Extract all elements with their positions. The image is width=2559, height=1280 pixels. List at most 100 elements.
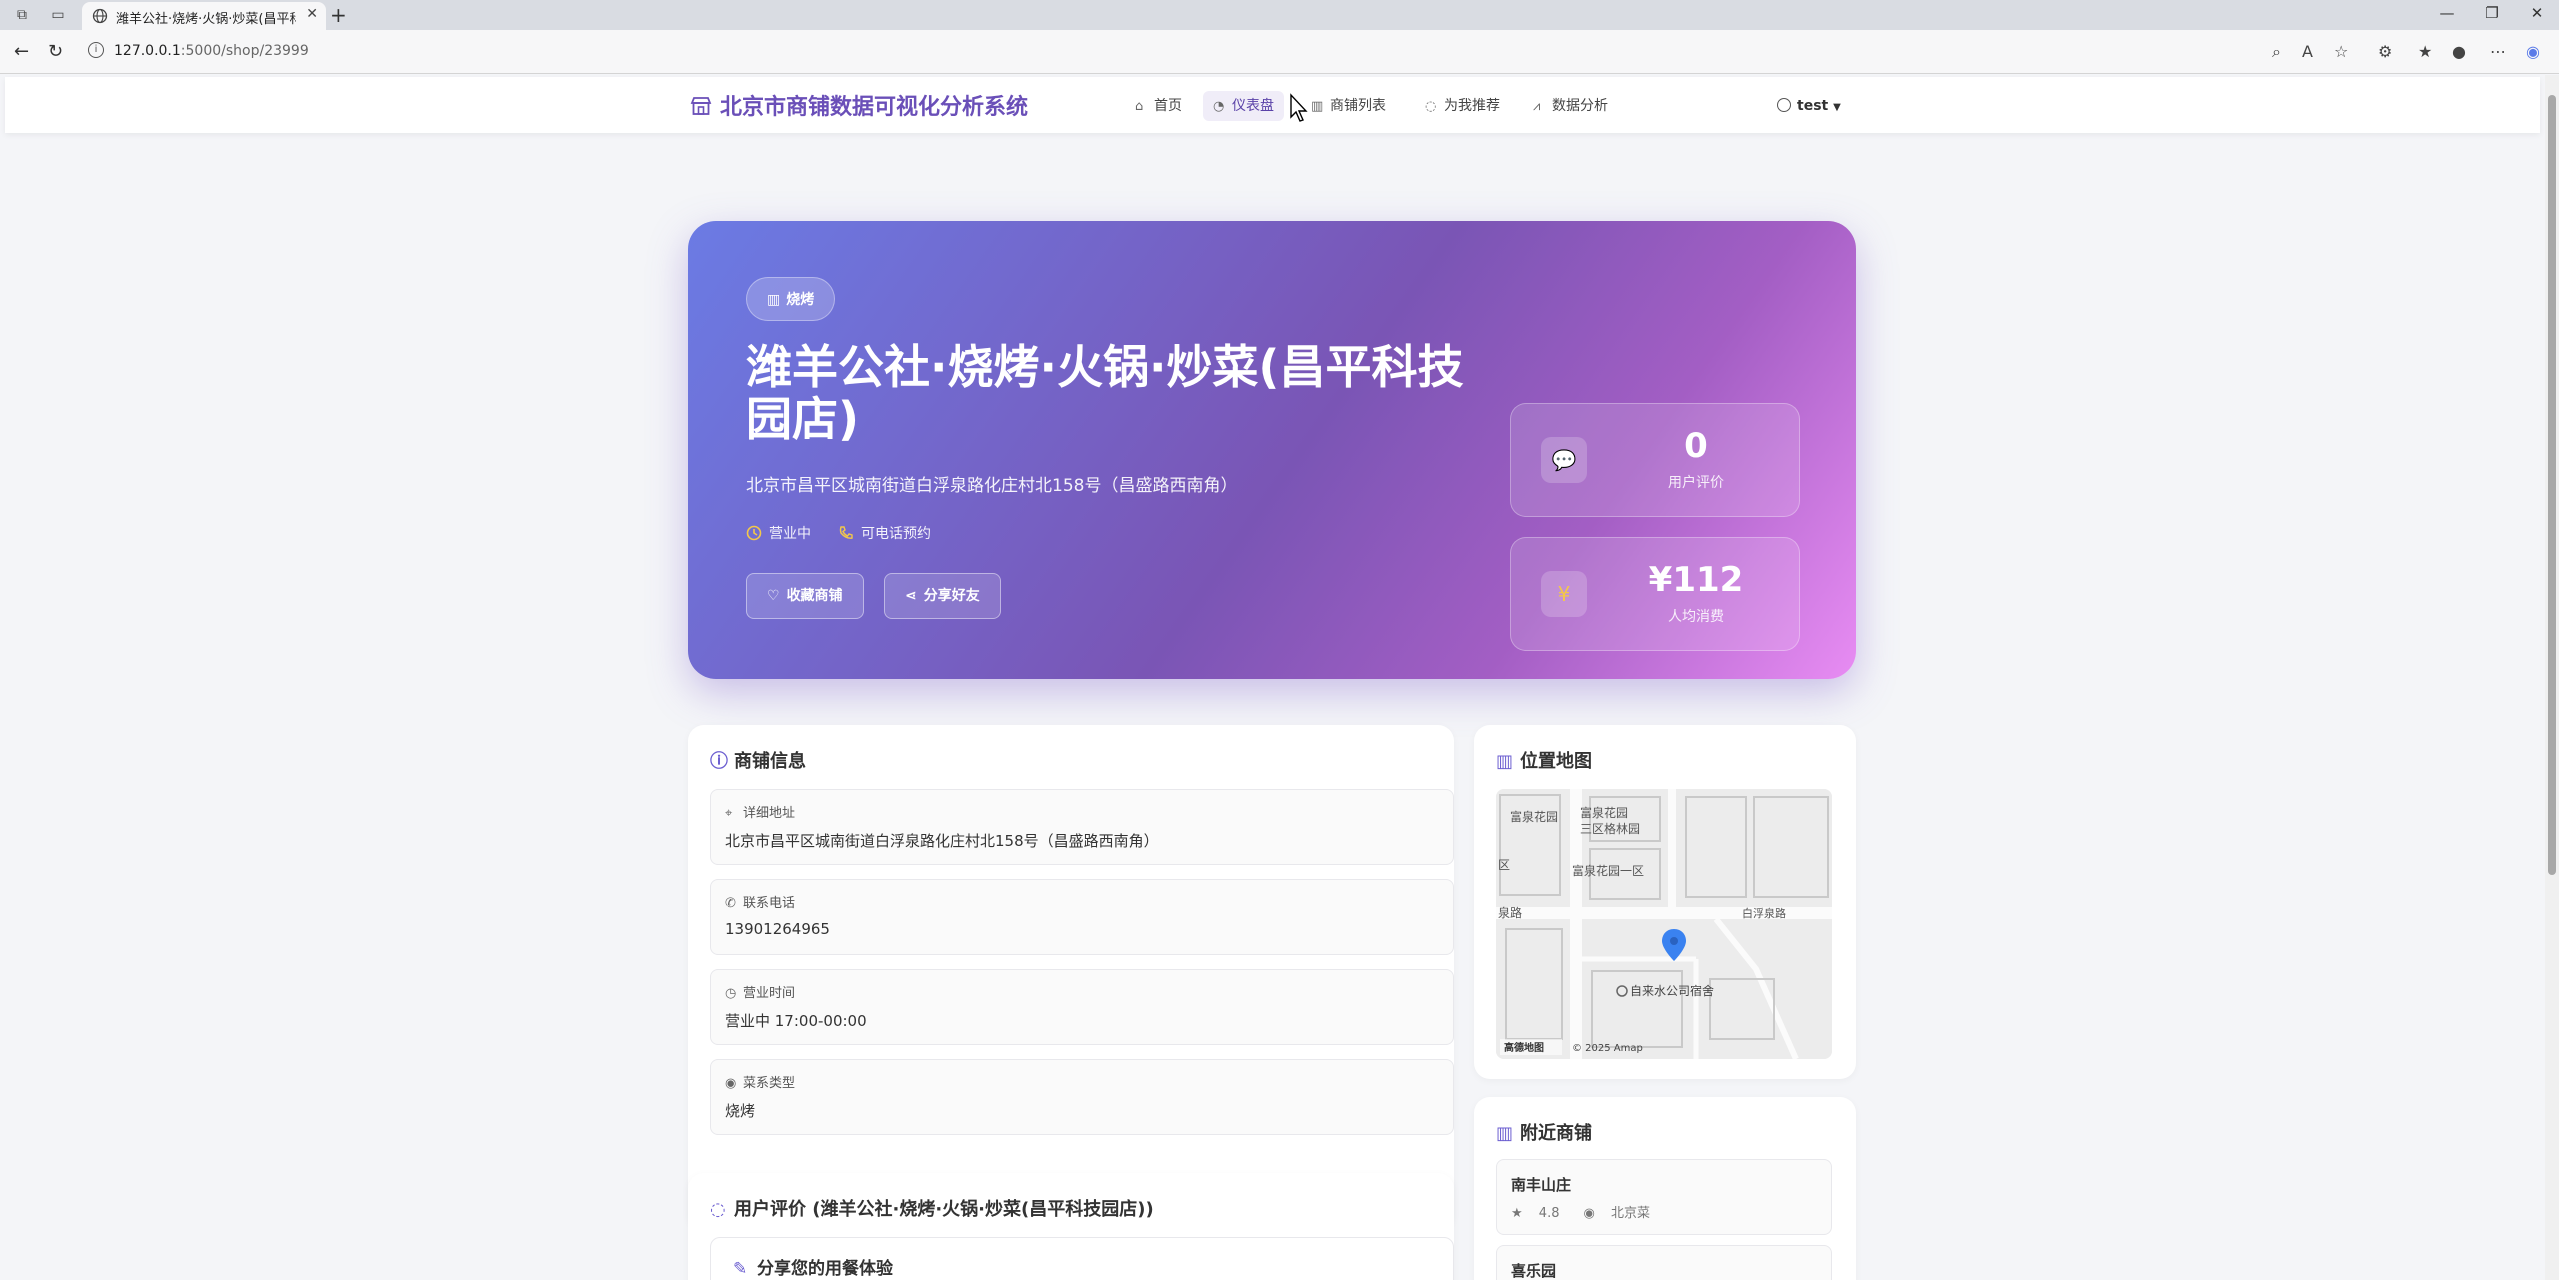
location-map-card: ▥ 位置地图 富泉花园 富泉花园 三区格林园 富泉花园一区 白浮泉路 泉路 区 …	[1474, 725, 1856, 1079]
heart-icon: ♡	[767, 588, 780, 604]
review-count-stat: 💬 0 用户评价	[1510, 403, 1800, 517]
copilot-icon[interactable]: ◉	[2526, 42, 2540, 61]
yen-icon: ¥	[1541, 571, 1587, 617]
shop-title: 潍羊公社·烧烤·火锅·炒菜(昌平科技园店)	[746, 340, 1464, 446]
shop-info-title: ⓘ 商铺信息	[710, 747, 806, 773]
back-icon[interactable]: ←	[14, 41, 29, 62]
chart-icon: ⩘	[1533, 99, 1541, 114]
hours-item: ◷ 营业时间 营业中 17:00-00:00	[710, 969, 1454, 1045]
home-icon: ⌂	[1135, 99, 1144, 114]
tab-title: 潍羊公社·烧烤·火锅·炒菜(昌平科技园店)	[116, 12, 296, 27]
more-icon[interactable]: ⋯	[2490, 42, 2506, 61]
hours-value: 营业中 17:00-00:00	[725, 1012, 867, 1030]
reviews-card: ◌ 用户评价 (潍羊公社·烧烤·火锅·炒菜(昌平科技园店)) ✎ 分享您的用餐体验	[688, 1173, 1454, 1280]
nav-analysis[interactable]: ⩘ 数据分析	[1523, 91, 1618, 121]
shop-address: 北京市昌平区城南街道白浮泉路化庄村北158号（昌盛路西南角）	[746, 476, 1238, 496]
phone-icon: ✆	[725, 896, 736, 911]
svg-text:自来水公司宿舍: 自来水公司宿舍	[1630, 983, 1714, 998]
svg-text:富泉花园: 富泉花园	[1510, 809, 1558, 824]
booking-indicator: 可电话预约	[838, 523, 931, 543]
nav-recommend[interactable]: ◌ 为我推荐	[1415, 91, 1510, 121]
site-brand[interactable]: 北京市商铺数据可视化分析系统	[690, 89, 1028, 121]
restore-icon[interactable]: ❐	[2477, 4, 2507, 22]
avg-price-stat: ¥ ¥112 人均消费	[1510, 537, 1800, 651]
comment-icon: 💬	[1541, 437, 1587, 483]
favorites-icon[interactable]: ★	[2418, 42, 2432, 61]
page-content: 北京市商铺数据可视化分析系统 ⌂ 首页 ◔ 仪表盘 ▥ 商铺列表 ◌ 为我推荐 ⩘ 数据分…	[0, 75, 2545, 1280]
tab-actions-icon[interactable]: ▭	[48, 5, 68, 25]
location-map[interactable]: 富泉花园 富泉花园 三区格林园 富泉花园一区 白浮泉路 泉路 区 自来水公司宿舍…	[1496, 789, 1832, 1059]
minimize-icon[interactable]: —	[2432, 4, 2462, 22]
target-icon: ◉	[725, 1076, 737, 1091]
mouse-cursor-icon	[1290, 93, 1308, 122]
window-close-icon[interactable]: ✕	[2522, 4, 2552, 22]
map-canvas: 富泉花园 富泉花园 三区格林园 富泉花园一区 白浮泉路 泉路 区 自来水公司宿舍…	[1496, 789, 1832, 1059]
workspaces-icon[interactable]: ⧉	[12, 5, 32, 25]
url-text: 127.0.0.1:5000/shop/23999	[114, 43, 309, 59]
location-icon: ⌖	[725, 806, 733, 821]
nearby-title: ▥ 附近商铺	[1496, 1123, 1592, 1144]
new-tab-icon[interactable]: +	[330, 3, 347, 27]
read-aloud-icon[interactable]: A	[2302, 42, 2313, 61]
nearby-shops-card: ▥ 附近商铺 南丰山庄 ★ 4.8 ◉ 北京菜 喜乐园	[1474, 1097, 1856, 1280]
star-icon: ★	[1511, 1206, 1523, 1221]
review-count-label: 用户评价	[1668, 475, 1724, 491]
close-tab-icon[interactable]: ✕	[306, 6, 318, 22]
reload-icon[interactable]: ↻	[48, 41, 63, 62]
svg-text:高德地图: 高德地图	[1504, 1041, 1544, 1054]
scrollbar-thumb[interactable]	[2548, 95, 2556, 875]
globe-icon	[92, 8, 108, 24]
svg-text:富泉花园一区: 富泉花园一区	[1572, 863, 1644, 878]
nav-shop-list[interactable]: ▥ 商铺列表	[1301, 91, 1396, 121]
svg-text:区: 区	[1498, 858, 1510, 872]
svg-text:© 2025 Amap: © 2025 Amap	[1572, 1043, 1643, 1054]
svg-text:泉路: 泉路	[1498, 905, 1522, 920]
clock-icon: ◷	[725, 986, 737, 1001]
review-form-title: ✎ 分享您的用餐体验	[733, 1259, 893, 1279]
phone-icon	[839, 526, 853, 539]
edit-icon: ✎	[733, 1259, 748, 1279]
review-count-value: 0	[1684, 426, 1708, 466]
favorite-shop-button[interactable]: ♡ 收藏商铺	[746, 573, 864, 619]
map-title: ▥ 位置地图	[1496, 751, 1592, 772]
comment-icon: ◌	[710, 1199, 726, 1220]
zoom-icon[interactable]: ⌕	[2272, 42, 2281, 62]
extensions-icon[interactable]: ⚙	[2378, 42, 2392, 61]
svg-text:富泉花园: 富泉花园	[1580, 805, 1628, 820]
dashboard-icon: ◔	[1213, 99, 1225, 114]
user-icon	[1777, 98, 1791, 112]
browser-tab-bar: ⧉ ▭ 潍羊公社·烧烤·火锅·炒菜(昌平科技园店) ✕ + — ❐ ✕	[0, 0, 2559, 30]
url-field[interactable]: i 127.0.0.1:5000/shop/23999	[80, 38, 2340, 66]
user-menu[interactable]: test ▼	[1777, 91, 1841, 121]
category-badge: ▥ 烧烤	[746, 277, 836, 321]
map-icon: ▥	[1496, 751, 1514, 772]
shop-hero-banner: ▥ 烧烤 潍羊公社·烧烤·火锅·炒菜(昌平科技园店) 北京市昌平区城南街道白浮泉路…	[688, 221, 1856, 679]
avg-price-value: ¥112	[1648, 560, 1744, 600]
shop-icon: ▥	[1311, 99, 1324, 114]
favorite-star-icon[interactable]: ☆	[2334, 42, 2348, 61]
browser-tab[interactable]: 潍羊公社·烧烤·火锅·炒菜(昌平科技园店) ✕	[82, 2, 326, 30]
shop-info-card: ⓘ 商铺信息 ⌖ 详细地址 北京市昌平区城南街道白浮泉路化庄村北158号（昌盛路西南…	[688, 725, 1454, 1229]
target-icon: ◉	[1583, 1206, 1595, 1221]
caret-down-icon: ▼	[1833, 102, 1841, 113]
nav-dashboard[interactable]: ◔ 仪表盘	[1203, 91, 1284, 121]
svg-text:白浮泉路: 白浮泉路	[1742, 906, 1786, 920]
status-indicator: 营业中	[746, 523, 811, 543]
nearby-shop-item[interactable]: 喜乐园	[1496, 1245, 1832, 1280]
info-icon: ⓘ	[710, 751, 728, 772]
share-icon: ⋖	[905, 588, 917, 604]
share-shop-button[interactable]: ⋖ 分享好友	[884, 573, 1001, 619]
profile-icon[interactable]: ●	[2452, 42, 2466, 61]
nearby-shop-item[interactable]: 南丰山庄 ★ 4.8 ◉ 北京菜	[1496, 1159, 1832, 1235]
nav-home[interactable]: ⌂ 首页	[1125, 91, 1192, 121]
phone-value[interactable]: 13901264965	[725, 920, 830, 938]
reviews-title: ◌ 用户评价 (潍羊公社·烧烤·火锅·炒菜(昌平科技园店))	[710, 1199, 1154, 1220]
lightbulb-icon: ◌	[1425, 99, 1437, 114]
site-navbar: 北京市商铺数据可视化分析系统 ⌂ 首页 ◔ 仪表盘 ▥ 商铺列表 ◌ 为我推荐 ⩘ 数据分…	[5, 77, 2540, 133]
site-info-icon[interactable]: i	[88, 42, 104, 58]
phone-item: ✆ 联系电话 13901264965	[710, 879, 1454, 955]
address-item: ⌖ 详细地址 北京市昌平区城南街道白浮泉路化庄村北158号（昌盛路西南角）	[710, 789, 1454, 865]
svg-text:三区格林园: 三区格林园	[1580, 821, 1640, 836]
page-scrollbar[interactable]	[2545, 75, 2559, 1280]
clock-icon	[746, 525, 762, 541]
